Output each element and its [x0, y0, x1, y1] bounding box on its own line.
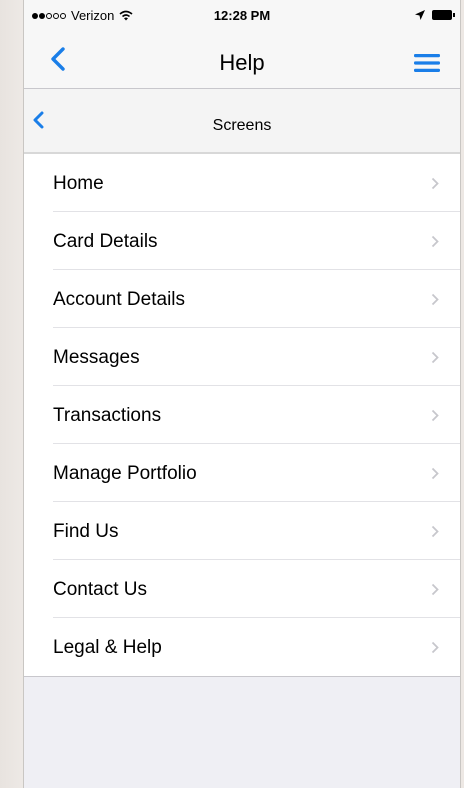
status-bar: Verizon 12:28 PM — [24, 0, 460, 30]
menu-item-label: Manage Portfolio — [53, 463, 197, 484]
menu-item-label: Legal & Help — [53, 637, 162, 658]
location-arrow-icon — [415, 10, 425, 20]
menu-item-label: Find Us — [53, 521, 119, 542]
menu-item-label: Contact Us — [53, 579, 147, 600]
menu-item-label: Card Details — [53, 231, 158, 252]
chevron-right-icon — [431, 235, 439, 248]
chevron-right-icon — [431, 351, 439, 364]
menu-item-label: Home — [53, 173, 104, 194]
menu-item-label: Messages — [53, 347, 140, 368]
navigation-bar: Help — [24, 30, 460, 89]
status-right — [414, 9, 455, 21]
page-title: Help — [219, 50, 265, 75]
menu-item-card-details[interactable]: Card Details — [24, 212, 460, 270]
chevron-right-icon — [431, 641, 439, 654]
status-time: 12:28 PM — [213, 8, 271, 23]
menu-item-messages[interactable]: Messages — [24, 328, 460, 386]
menu-item-manage-portfolio[interactable]: Manage Portfolio — [24, 444, 460, 502]
chevron-right-icon — [431, 583, 439, 596]
menu-item-account-details[interactable]: Account Details — [24, 270, 460, 328]
menu-item-find-us[interactable]: Find Us — [24, 502, 460, 560]
screens-menu-list: Home Card Details Account Details Messag… — [24, 154, 460, 677]
menu-item-contact-us[interactable]: Contact Us — [24, 560, 460, 618]
menu-item-transactions[interactable]: Transactions — [24, 386, 460, 444]
chevron-right-icon — [431, 177, 439, 190]
chevron-right-icon — [431, 293, 439, 306]
section-header: Screens — [24, 89, 460, 154]
battery-icon — [432, 10, 455, 20]
chevron-right-icon — [431, 467, 439, 480]
phone-screen: Verizon 12:28 PM Help Screens Home Card … — [23, 0, 461, 788]
menu-item-home[interactable]: Home — [24, 154, 460, 212]
chevron-right-icon — [431, 409, 439, 422]
hamburger-menu-icon[interactable] — [414, 53, 440, 73]
section-title: Screens — [212, 117, 272, 134]
menu-item-label: Transactions — [53, 405, 162, 426]
menu-item-label: Account Details — [53, 289, 186, 310]
menu-item-legal-help[interactable]: Legal & Help — [24, 618, 460, 676]
chevron-right-icon — [431, 525, 439, 538]
